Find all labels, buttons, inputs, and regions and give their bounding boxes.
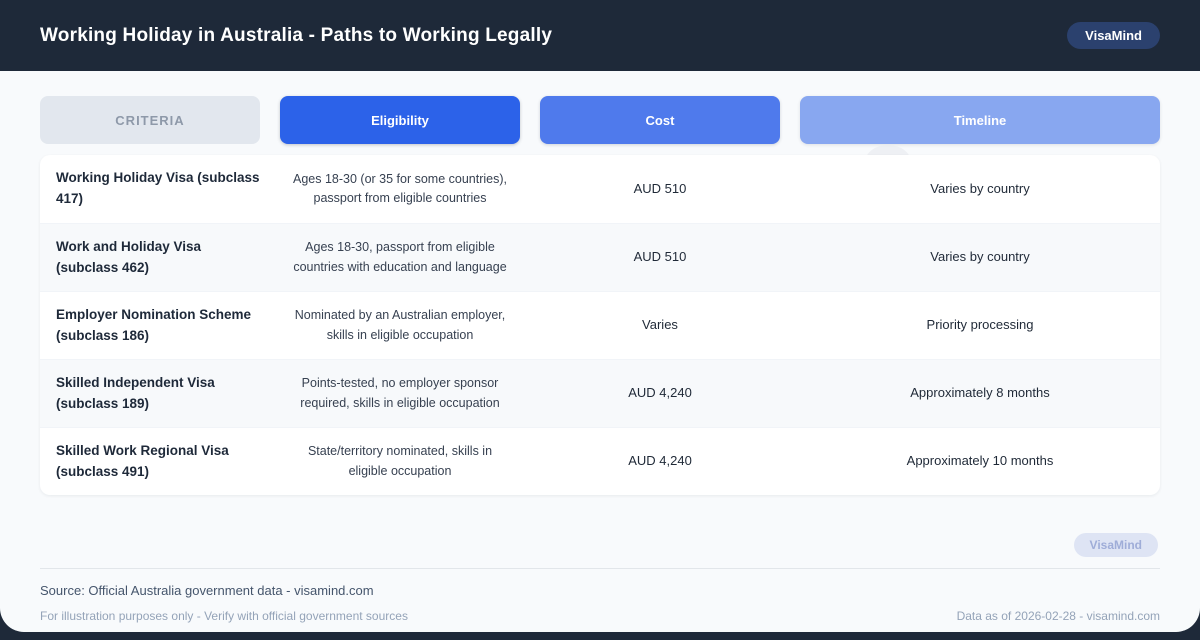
footer-disclaimer: For illustration purposes only - Verify … (40, 609, 408, 623)
row-criteria: Skilled Work Regional Visa (subclass 491… (56, 442, 229, 479)
row-timeline: Approximately 10 months (906, 453, 1054, 469)
table-row: Skilled Independent Visa (subclass 189) … (40, 359, 1160, 427)
footer-source-text: Source: Official Australia government da… (40, 583, 374, 598)
table-row: Working Holiday Visa (subclass 417) Ages… (40, 155, 1160, 223)
row-eligibility: Ages 18-30 (or 35 for some countries), p… (293, 171, 507, 205)
footer-meta-row: For illustration purposes only - Verify … (40, 609, 1160, 623)
row-timeline: Approximately 8 months (910, 385, 1050, 401)
comparison-table: Working Holiday Visa (subclass 417) Ages… (40, 155, 1160, 495)
column-button-eligibility[interactable]: Eligibility (280, 96, 520, 144)
row-criteria: Work and Holiday Visa (subclass 462) (56, 238, 202, 275)
table-row: Skilled Work Regional Visa (subclass 491… (40, 427, 1160, 495)
row-timeline: Varies by country (930, 249, 1030, 265)
table-row: Work and Holiday Visa (subclass 462) Age… (40, 223, 1160, 291)
content-panel: CRITERIA Eligibility Cost Timeline Worki… (0, 71, 1200, 632)
row-timeline: Varies by country (930, 180, 1030, 196)
row-eligibility: Ages 18-30, passport from eligible count… (293, 240, 507, 274)
footer-divider (40, 568, 1160, 569)
column-button-timeline[interactable]: Timeline (800, 96, 1160, 144)
column-button-cost[interactable]: Cost (540, 96, 780, 144)
page-title: Working Holiday in Australia - Paths to … (40, 24, 553, 46)
row-criteria: Working Holiday Visa (subclass 417) (56, 170, 260, 206)
column-button-criteria[interactable]: CRITERIA (40, 96, 260, 144)
row-cost: AUD 510 (633, 180, 687, 196)
row-cost: AUD 4,240 (628, 453, 692, 469)
row-cost: AUD 510 (633, 249, 687, 265)
row-cost: Varies (642, 317, 678, 333)
brand-badge[interactable]: VisaMind (1067, 22, 1160, 49)
row-timeline: Priority processing (926, 317, 1034, 333)
row-criteria: Employer Nomination Scheme (subclass 186… (56, 306, 252, 343)
row-eligibility: Nominated by an Australian employer, ski… (294, 308, 506, 342)
footer-brand-badge[interactable]: VisaMind (1073, 533, 1158, 557)
app-header: Working Holiday in Australia - Paths to … (0, 0, 1200, 71)
column-header-row: CRITERIA Eligibility Cost Timeline (40, 96, 1160, 144)
row-cost: AUD 4,240 (628, 385, 692, 401)
row-eligibility: State/territory nominated, skills in eli… (307, 444, 493, 478)
row-eligibility: Points-tested, no employer sponsor requi… (300, 376, 500, 410)
footer-data-as-of: Data as of 2026-02-28 - visamind.com (956, 609, 1160, 623)
row-criteria: Skilled Independent Visa (subclass 189) (56, 374, 215, 411)
table-row: Employer Nomination Scheme (subclass 186… (40, 291, 1160, 359)
